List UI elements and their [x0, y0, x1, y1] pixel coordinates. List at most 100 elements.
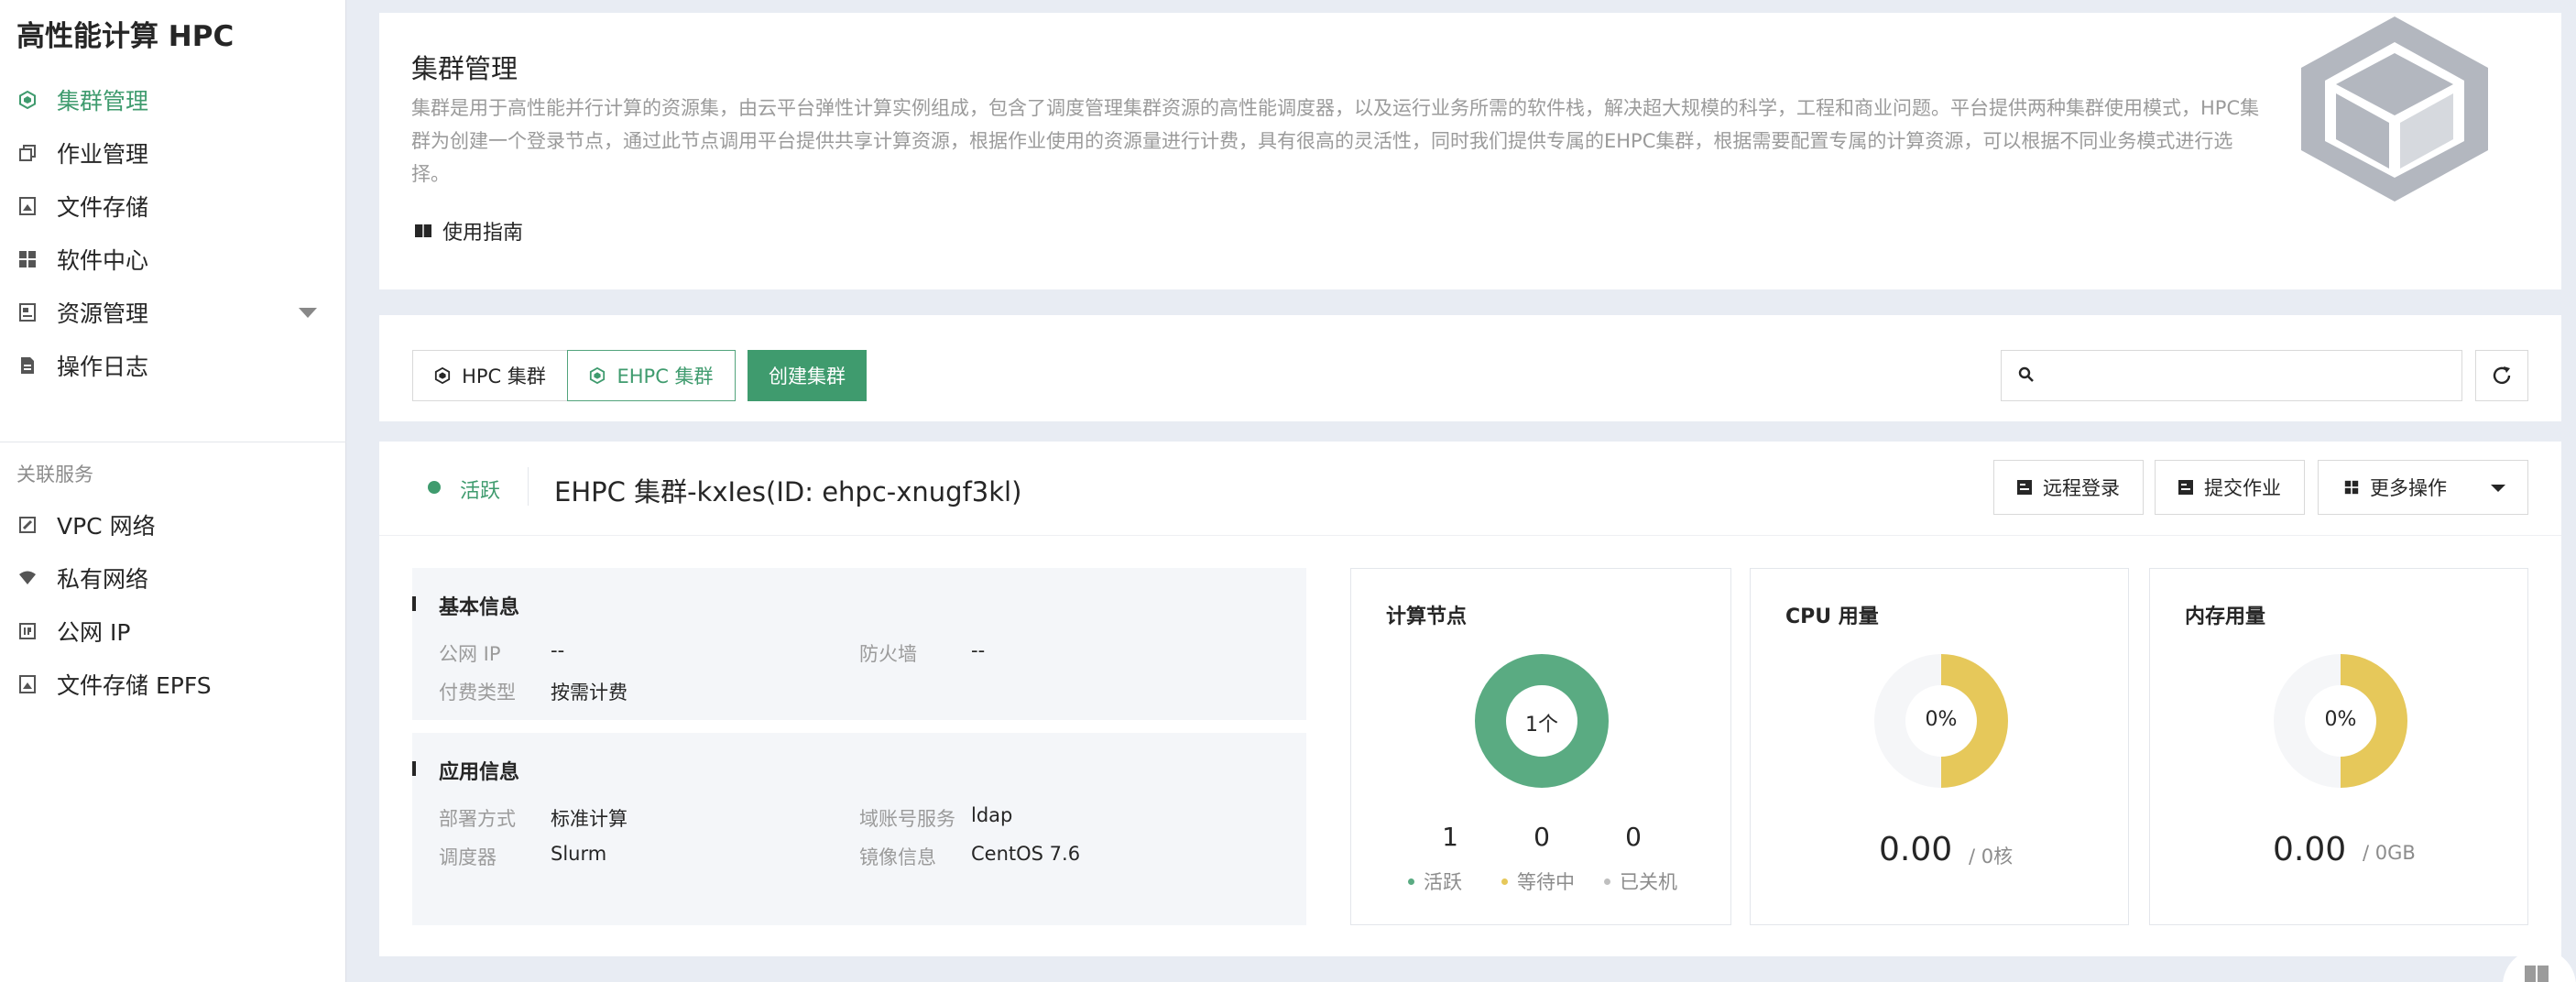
sidebar-item-label: 集群管理	[57, 88, 149, 115]
sidebar: 高性能计算 HPC 集群管理 作业管理 文件存储 软件中心 资源管理 操作日志 …	[0, 0, 346, 982]
submit-job-label: 提交作业	[2204, 477, 2281, 499]
firewall-label: 防火墙	[859, 643, 917, 665]
storage-icon	[18, 197, 37, 215]
apps-icon	[2344, 480, 2359, 495]
compute-nodes-center-label: 1个	[1525, 714, 1558, 736]
sidebar-item-label: 文件存储 EPFS	[57, 672, 212, 699]
remote-login-button[interactable]: 远程登录	[1993, 460, 2144, 515]
deploy-mode-label: 部署方式	[439, 808, 516, 830]
user-guide-link[interactable]: 使用指南	[415, 216, 523, 246]
book-icon	[415, 224, 431, 237]
memory-percent-label: 0%	[2324, 708, 2357, 731]
cluster-icon	[434, 367, 451, 384]
memory-usage-unit: / 0GB	[2363, 842, 2416, 864]
sidebar-section-title: 关联服务	[16, 464, 93, 486]
waiting-legend: 等待中	[1501, 867, 1575, 895]
memory-usage-title: 内存用量	[2185, 606, 2266, 628]
off-count: 0	[1625, 822, 1642, 852]
billing-type-label: 付费类型	[439, 682, 516, 704]
deploy-mode-value: 标准计算	[551, 808, 628, 830]
sidebar-item-public-ip[interactable]: 公网 IP	[0, 608, 346, 654]
more-actions-dropdown[interactable]: 更多操作	[2318, 460, 2528, 515]
sidebar-item-file-storage[interactable]: 文件存储	[0, 183, 346, 229]
status-badge: 活跃	[460, 480, 501, 503]
user-guide-label: 使用指南	[442, 222, 524, 245]
vpc-icon	[18, 516, 37, 534]
tab-hpc-label: HPC 集群	[462, 366, 546, 387]
search-icon	[2018, 366, 2034, 382]
app-info-title: 应用信息	[439, 761, 520, 784]
ip-icon	[18, 622, 37, 640]
sidebar-item-software-center[interactable]: 软件中心	[0, 236, 346, 282]
cluster-icon	[589, 367, 606, 384]
memory-usage-card: 内存用量 0% 0.00 / 0GB	[2149, 568, 2528, 925]
cpu-usage-unit: / 0核	[1969, 846, 2014, 867]
sidebar-item-label: 作业管理	[57, 141, 149, 168]
cluster-cube-illustration	[2301, 16, 2488, 202]
page-description: 集群是用于高性能并行计算的资源集，由云平台弹性计算实例组成，包含了调度管理集群资…	[411, 97, 2260, 185]
chevron-down-icon[interactable]	[299, 308, 317, 318]
domain-service-value: ldap	[971, 804, 1013, 826]
sidebar-item-private-network[interactable]: 私有网络	[0, 555, 346, 601]
submit-job-button[interactable]: 提交作业	[2155, 460, 2305, 515]
domain-service-label: 域账号服务	[859, 808, 955, 830]
search-input[interactable]	[2047, 358, 2450, 393]
active-label: 活跃	[1424, 871, 1462, 893]
page-title: 集群管理	[411, 53, 518, 84]
create-cluster-button[interactable]: 创建集群	[748, 350, 867, 401]
section-marker	[412, 761, 416, 776]
active-count: 1	[1442, 822, 1458, 852]
cluster-name: EHPC 集群-kxIes(ID: ehpc-xnugf3kl)	[554, 476, 1022, 507]
header-divider	[528, 467, 529, 506]
sidebar-item-vpc[interactable]: VPC 网络	[0, 502, 346, 548]
sidebar-item-epfs[interactable]: 文件存储 EPFS	[0, 661, 346, 707]
memory-usage-value: 0.00	[2273, 831, 2347, 868]
sidebar-item-label: 软件中心	[57, 247, 149, 274]
tab-hpc-cluster[interactable]: HPC 集群	[412, 350, 568, 401]
remote-login-label: 远程登录	[2043, 477, 2120, 499]
sidebar-item-cluster-management[interactable]: 集群管理	[0, 77, 346, 123]
compute-nodes-card: 计算节点 1个 1 0 0 活跃 等待中 已关机	[1350, 568, 1731, 925]
cpu-percent-label: 0%	[1925, 708, 1958, 731]
public-ip-label: 公网 IP	[439, 643, 501, 665]
sidebar-item-label: 私有网络	[57, 566, 149, 593]
cpu-usage-card: CPU 用量 0% 0.00 / 0核	[1750, 568, 2129, 925]
sidebar-item-label: 资源管理	[57, 300, 149, 327]
status-dot	[428, 481, 441, 494]
cluster-icon	[18, 91, 37, 109]
refresh-icon	[2493, 366, 2511, 385]
sidebar-item-label: 操作日志	[57, 354, 149, 380]
sidebar-item-label: VPC 网络	[57, 513, 156, 540]
sidebar-item-operation-log[interactable]: 操作日志	[0, 343, 346, 388]
sidebar-item-label: 公网 IP	[57, 619, 131, 646]
cpu-usage-title: CPU 用量	[1785, 606, 1879, 628]
jobs-icon	[18, 144, 37, 162]
book-icon	[2525, 966, 2549, 982]
image-info-label: 镜像信息	[859, 846, 936, 868]
active-legend: 活跃	[1408, 867, 1462, 895]
cpu-usage-value: 0.00	[1879, 831, 1953, 868]
storage-icon	[18, 675, 37, 693]
basic-info-title: 基本信息	[439, 596, 520, 619]
tab-ehpc-label: EHPC 集群	[617, 366, 714, 387]
compute-nodes-title: 计算节点	[1386, 606, 1468, 628]
waiting-count: 0	[1534, 822, 1550, 852]
terminal-icon	[2017, 480, 2032, 495]
sidebar-item-job-management[interactable]: 作业管理	[0, 130, 346, 176]
apps-icon	[18, 250, 37, 268]
sidebar-item-resource-management[interactable]: 资源管理	[0, 289, 346, 335]
chevron-down-icon	[2491, 485, 2505, 492]
terminal-icon	[2178, 480, 2193, 495]
image-info-value: CentOS 7.6	[971, 843, 1081, 865]
waiting-label: 等待中	[1517, 871, 1575, 893]
firewall-value: --	[971, 639, 986, 661]
tab-ehpc-cluster[interactable]: EHPC 集群	[567, 350, 736, 401]
resource-icon	[18, 303, 37, 322]
refresh-button[interactable]	[2475, 350, 2528, 401]
off-label: 已关机	[1620, 871, 1677, 893]
more-actions-label: 更多操作	[2370, 477, 2447, 499]
search-box	[2001, 350, 2462, 401]
scheduler-value: Slurm	[551, 843, 607, 865]
off-legend: 已关机	[1604, 867, 1677, 895]
app-title: 高性能计算 HPC	[16, 20, 235, 53]
